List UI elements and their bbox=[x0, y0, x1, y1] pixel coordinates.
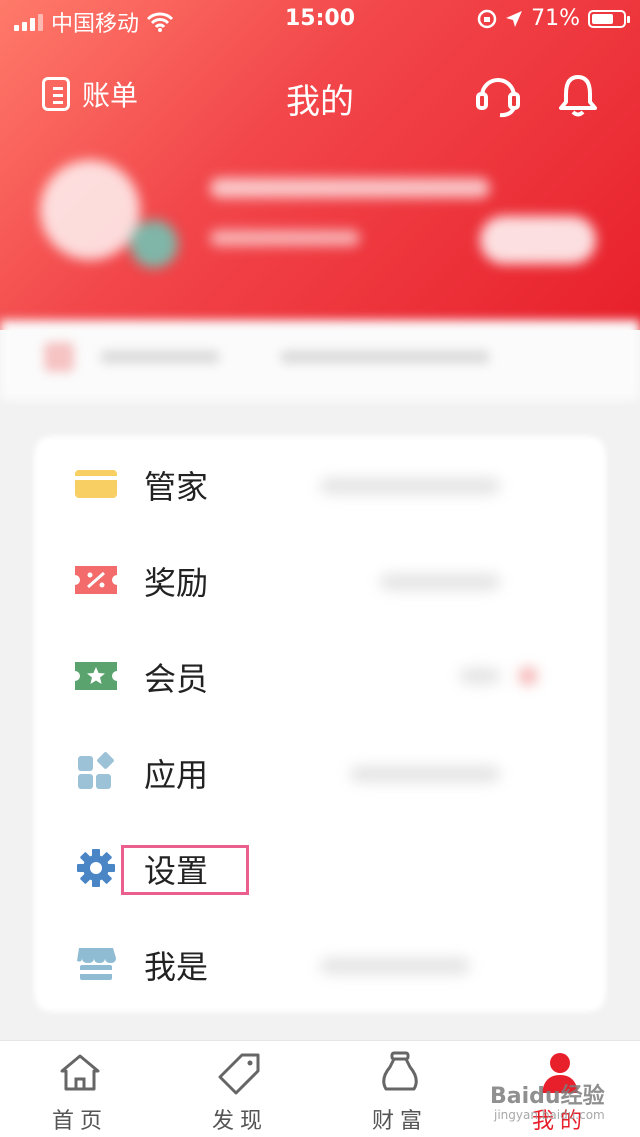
notice-text-blurred bbox=[100, 350, 220, 364]
baidu-watermark: Baidu经验 jingyan.baidu.com bbox=[490, 1078, 630, 1130]
notification-button[interactable] bbox=[558, 72, 598, 122]
notice-text-blurred bbox=[280, 350, 490, 364]
status-bar: 中国移动 15:00 71% bbox=[0, 0, 640, 40]
money-bag-icon bbox=[382, 1051, 418, 1091]
nav-bar: 账单 我的 bbox=[0, 60, 640, 130]
notice-icon bbox=[44, 342, 74, 372]
menu-detail-blurred bbox=[270, 436, 606, 1012]
card-icon bbox=[75, 470, 117, 498]
menu-item-label: 我是 bbox=[144, 948, 209, 986]
location-icon bbox=[506, 10, 523, 27]
menu-item-label: 管家 bbox=[144, 468, 209, 506]
page-title: 我的 bbox=[286, 82, 354, 122]
avatar-badge bbox=[130, 220, 178, 268]
tab-discover[interactable]: 发现 bbox=[160, 1041, 320, 1137]
watermark-subtext: jingyan.baidu.com bbox=[494, 1108, 605, 1122]
menu-item-label: 会员 bbox=[144, 660, 209, 698]
menu-item-apps[interactable]: 应用 bbox=[34, 724, 274, 820]
shop-icon bbox=[77, 948, 116, 980]
menu-item-label: 奖励 bbox=[144, 564, 209, 602]
headset-icon bbox=[476, 78, 520, 118]
rotation-lock-icon bbox=[477, 9, 497, 28]
battery-icon bbox=[588, 9, 630, 28]
profile-subtitle-blurred bbox=[210, 230, 360, 246]
watermark-text: Baidu经验 bbox=[490, 1084, 605, 1109]
menu-item-label: 应用 bbox=[144, 756, 209, 794]
tab-home[interactable]: 首页 bbox=[0, 1041, 160, 1137]
bell-icon bbox=[559, 75, 597, 117]
menu-item-shop[interactable]: 我是 bbox=[34, 916, 274, 1012]
tab-label: 财富 bbox=[371, 1109, 428, 1134]
profile-name-blurred bbox=[210, 178, 490, 198]
tab-label: 发现 bbox=[211, 1109, 268, 1134]
coupon-icon bbox=[75, 566, 117, 594]
profile-summary-blurred bbox=[0, 150, 640, 290]
profile-action-button[interactable] bbox=[480, 216, 596, 264]
settings-highlight-box bbox=[121, 845, 249, 895]
member-ticket-icon bbox=[75, 662, 117, 690]
avatar[interactable] bbox=[40, 160, 140, 260]
menu-item-member[interactable]: 会员 bbox=[34, 628, 274, 724]
tab-label: 首页 bbox=[51, 1109, 108, 1134]
tab-wealth[interactable]: 财富 bbox=[320, 1041, 480, 1137]
customer-service-button[interactable] bbox=[474, 72, 522, 122]
gear-icon bbox=[77, 849, 115, 887]
menu-item-rewards[interactable]: 奖励 bbox=[34, 532, 274, 628]
apps-grid-icon bbox=[78, 752, 114, 789]
menu-item-butler[interactable]: 管家 bbox=[34, 436, 274, 532]
tag-icon bbox=[218, 1053, 260, 1095]
notice-strip-blurred[interactable] bbox=[0, 320, 640, 400]
home-icon bbox=[60, 1054, 100, 1091]
battery-percent: 71% bbox=[531, 6, 580, 31]
